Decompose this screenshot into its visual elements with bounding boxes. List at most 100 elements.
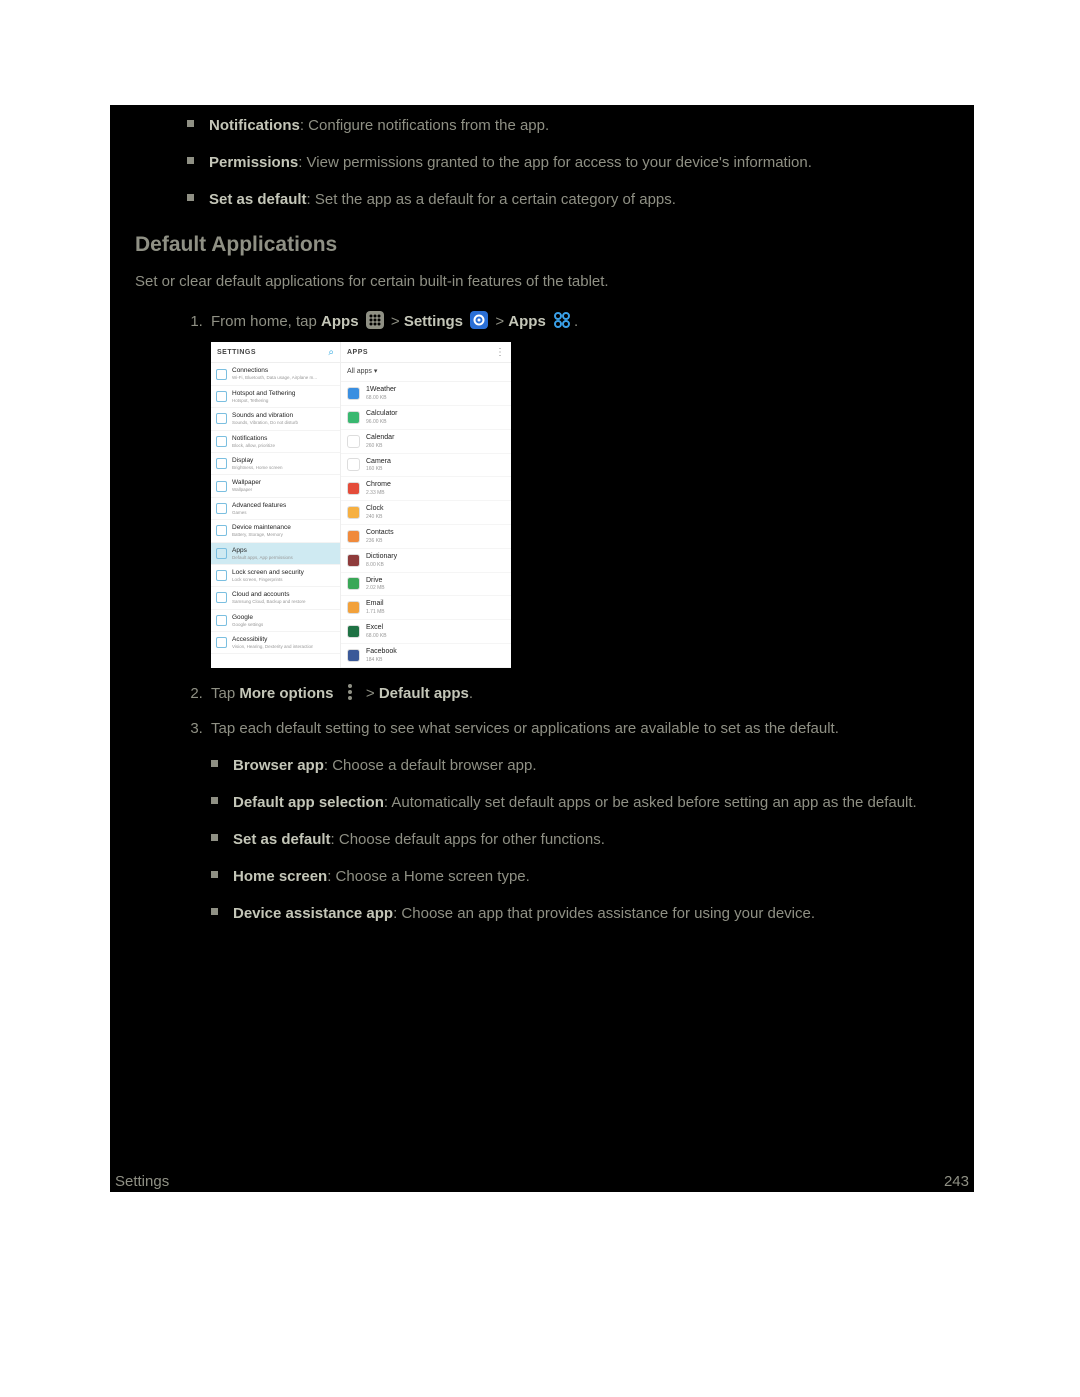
app-size: 160 KB [366, 466, 391, 473]
settings-row-icon [216, 525, 227, 536]
app-row: Chrome2.33 MB [341, 477, 511, 501]
settings-row-icon [216, 570, 227, 581]
desc: : View permissions granted to the app fo… [298, 154, 812, 171]
app-name: Chrome [366, 480, 391, 490]
app-icon [347, 506, 360, 519]
app-row: Clock240 KB [341, 501, 511, 525]
app-name: Excel [366, 623, 387, 633]
desc: : Choose a default browser app. [324, 757, 537, 774]
settings-row-title: Google [232, 613, 263, 622]
app-size: 8.00 KB [366, 562, 397, 569]
app-name: Calculator [366, 409, 398, 419]
settings-row-title: Accessibility [232, 635, 313, 644]
app-icon [347, 482, 360, 495]
settings-gear-icon [469, 310, 489, 330]
settings-row-title: Advanced features [232, 501, 286, 510]
settings-row-sub: Samsung Cloud, Backup and restore [232, 599, 306, 605]
settings-row: Advanced featuresGames [211, 498, 340, 520]
app-size: 1.71 MB [366, 609, 385, 616]
term: Set as default [233, 831, 331, 848]
term: Home screen [233, 868, 327, 885]
app-row: Calendar260 KB [341, 430, 511, 454]
search-icon: ⌕ [328, 346, 334, 360]
settings-row: Sounds and vibrationSounds, Vibration, D… [211, 408, 340, 430]
app-row: Excel68.00 KB [341, 620, 511, 644]
app-row: Camera160 KB [341, 454, 511, 478]
settings-row-sub: Vision, Hearing, Dexterity and interacti… [232, 644, 313, 650]
settings-row-title: Apps [232, 546, 293, 555]
app-name: Drive [366, 576, 385, 586]
app-name: Clock [366, 504, 384, 514]
list-item: Browser app: Choose a default browser ap… [211, 755, 949, 776]
settings-row-sub: Sounds, Vibration, Do not disturb [232, 420, 298, 426]
settings-row-icon [216, 592, 227, 603]
more-options-icon: ⋮ [495, 346, 505, 360]
all-apps-filter: All apps ▾ [341, 363, 511, 382]
settings-row-sub: Wi-Fi, Bluetooth, Data usage, Airplane m… [232, 375, 317, 381]
page-number: 243 [944, 1173, 969, 1190]
app-row: Contacts236 KB [341, 525, 511, 549]
app-name: Dictionary [366, 552, 397, 562]
app-size: 68.00 KB [366, 633, 387, 640]
section-heading: Default Applications [135, 230, 949, 259]
list-item: Set as default: Set the app as a default… [187, 189, 949, 210]
section-intro: Set or clear default applications for ce… [135, 271, 949, 292]
settings-row: WallpaperWallpaper [211, 475, 340, 497]
app-icon [347, 530, 360, 543]
settings-label: Settings [404, 313, 463, 330]
period: . [469, 685, 473, 702]
term: Notifications [209, 117, 300, 134]
settings-row-title: Cloud and accounts [232, 590, 306, 599]
settings-row: DisplayBrightness, Home screen [211, 453, 340, 475]
default-apps-label: Default apps [379, 685, 469, 702]
settings-row-title: Lock screen and security [232, 568, 304, 577]
steps-list: From home, tap Apps > Settings > Apps . [207, 310, 949, 923]
app-icon [347, 435, 360, 448]
settings-row: GoogleGoogle settings [211, 610, 340, 632]
app-size: 184 KB [366, 657, 397, 664]
settings-apps-screenshot: SETTINGS ⌕ ConnectionsWi-Fi, Bluetooth, … [211, 342, 511, 667]
app-icon [347, 411, 360, 424]
settings-row-icon [216, 413, 227, 424]
desc: : Choose an app that provides assistance… [393, 905, 815, 922]
sep: > [391, 313, 404, 330]
more-options-label: More options [239, 685, 333, 702]
list-item: Default app selection: Automatically set… [211, 792, 949, 813]
settings-row-icon [216, 481, 227, 492]
term: Device assistance app [233, 905, 393, 922]
app-row: 1Weather68.00 KB [341, 382, 511, 406]
term: Browser app [233, 757, 324, 774]
settings-row-sub: Brightness, Home screen [232, 465, 283, 471]
top-bullet-list: Notifications: Configure notifications f… [187, 115, 949, 210]
app-row: Dictionary8.00 KB [341, 549, 511, 573]
apps-header: APPS [347, 348, 368, 358]
step-2: Tap More options > Default apps. [207, 682, 949, 704]
settings-row-sub: Battery, Storage, Memory [232, 532, 291, 538]
text: Tap [211, 685, 239, 702]
app-name: Contacts [366, 528, 394, 538]
app-icon [347, 625, 360, 638]
app-size: 260 KB [366, 443, 394, 450]
app-name: Camera [366, 457, 391, 467]
settings-row-sub: Games [232, 510, 286, 516]
list-item: Set as default: Choose default apps for … [211, 829, 949, 850]
apps-grid-icon [365, 310, 385, 330]
settings-row: NotificationsBlock, allow, prioritize [211, 431, 340, 453]
settings-row-icon [216, 548, 227, 559]
apps-four-circles-icon [552, 310, 572, 330]
settings-row-icon [216, 391, 227, 402]
term: Default app selection [233, 794, 384, 811]
app-icon [347, 554, 360, 567]
app-size: 68.00 KB [366, 395, 396, 402]
settings-row-sub: Hotspot, Tethering [232, 398, 295, 404]
step3-text: Tap each default setting to see what ser… [211, 720, 839, 737]
app-icon [347, 601, 360, 614]
settings-row-sub: Block, allow, prioritize [232, 443, 275, 449]
settings-row: Device maintenanceBattery, Storage, Memo… [211, 520, 340, 542]
app-icon [347, 458, 360, 471]
app-size: 236 KB [366, 538, 394, 545]
list-item: Device assistance app: Choose an app tha… [211, 903, 949, 924]
app-row: Email1.71 MB [341, 596, 511, 620]
settings-row-icon [216, 458, 227, 469]
settings-header: SETTINGS [217, 348, 256, 358]
